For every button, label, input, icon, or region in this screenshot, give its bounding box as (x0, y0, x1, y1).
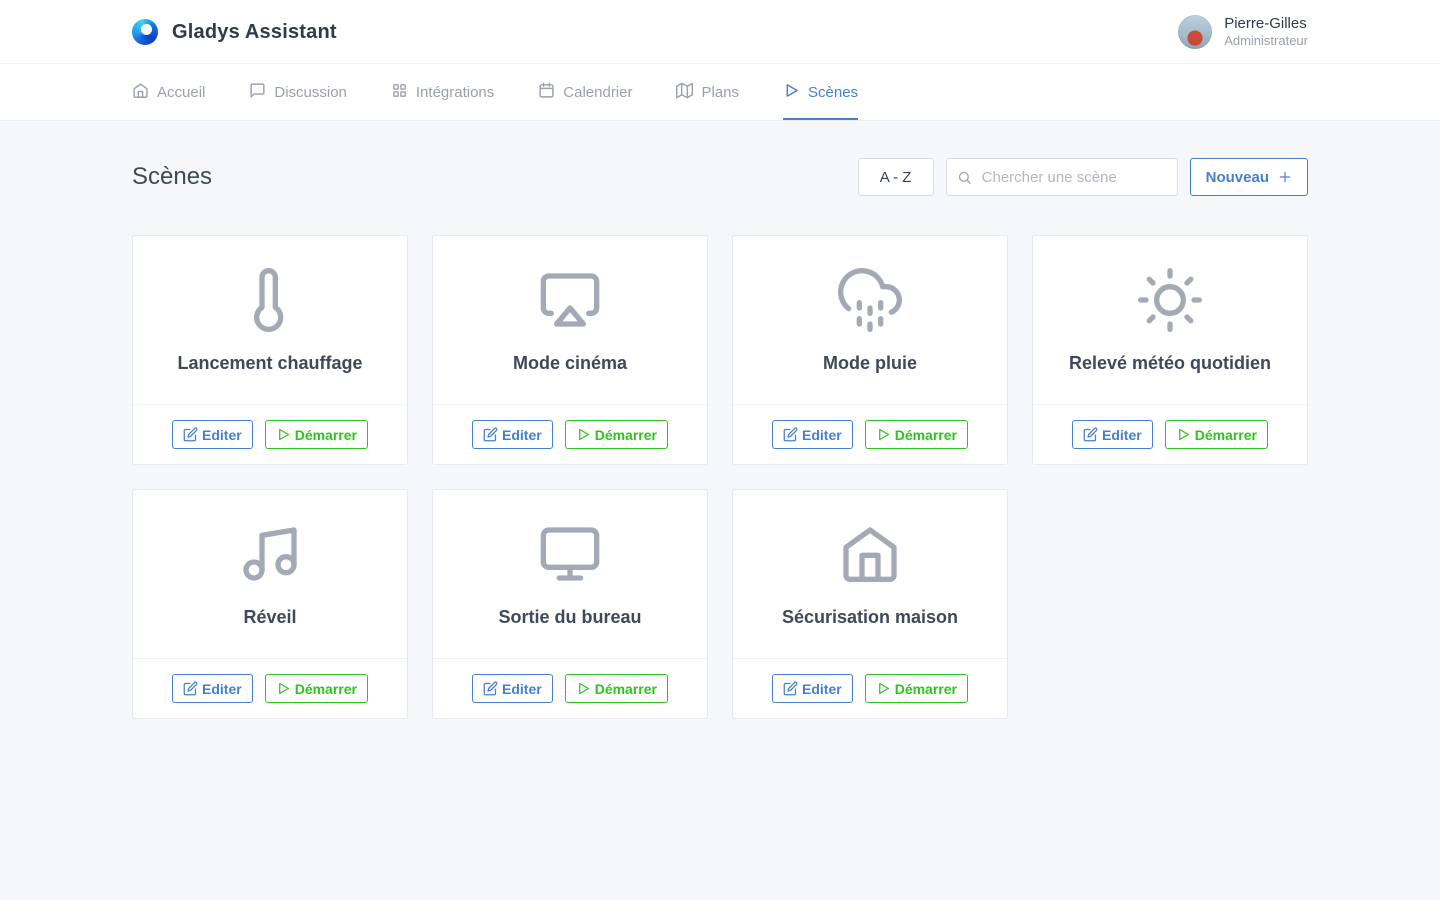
play-icon (576, 427, 591, 442)
edit-icon (483, 427, 498, 442)
grid-icon (391, 82, 408, 103)
scene-name: Réveil (149, 607, 391, 628)
nav-item-label: Scènes (808, 84, 858, 101)
new-scene-button[interactable]: Nouveau (1190, 158, 1308, 196)
nav-item-calendrier[interactable]: Calendrier (538, 64, 632, 120)
nav-item-label: Intégrations (416, 84, 494, 101)
nav-item-label: Plans (701, 84, 739, 101)
scene-card: Lancement chauffage Editer Démarrer (132, 235, 408, 465)
main-nav: Accueil Discussion Intégrations Calendri… (0, 64, 1440, 121)
sun-icon (1138, 319, 1202, 336)
edit-scene-button[interactable]: Editer (772, 674, 853, 703)
scene-card: Sécurisation maison Editer Démarrer (732, 489, 1008, 719)
start-scene-button[interactable]: Démarrer (265, 420, 368, 449)
airplay-icon (538, 319, 602, 336)
page-title: Scènes (132, 163, 212, 191)
edit-icon (183, 681, 198, 696)
edit-icon (783, 427, 798, 442)
nav-item-label: Calendrier (563, 84, 632, 101)
play-icon (276, 681, 291, 696)
play-icon (276, 427, 291, 442)
scene-name: Sortie du bureau (449, 607, 691, 628)
nav-item-label: Accueil (157, 84, 205, 101)
new-scene-button-label: Nouveau (1206, 169, 1269, 186)
edit-icon (183, 427, 198, 442)
avatar[interactable] (1178, 15, 1212, 49)
app-title: Gladys Assistant (172, 21, 337, 44)
play-icon (1176, 427, 1191, 442)
edit-icon (783, 681, 798, 696)
edit-scene-button[interactable]: Editer (172, 420, 253, 449)
start-scene-button[interactable]: Démarrer (865, 420, 968, 449)
scene-card: Relevé météo quotidien Editer Démarrer (1032, 235, 1308, 465)
play-icon (783, 82, 800, 103)
scene-name: Mode pluie (749, 353, 991, 374)
scenes-grid: Lancement chauffage Editer Démarrer Mode… (132, 235, 1308, 719)
start-scene-button[interactable]: Démarrer (1165, 420, 1268, 449)
home-icon (132, 82, 149, 103)
start-scene-button[interactable]: Démarrer (565, 674, 668, 703)
scene-card: Mode cinéma Editer Démarrer (432, 235, 708, 465)
start-scene-button[interactable]: Démarrer (565, 420, 668, 449)
start-scene-button[interactable]: Démarrer (865, 674, 968, 703)
scene-name: Relevé météo quotidien (1049, 353, 1291, 374)
user-menu[interactable]: Pierre-Gilles Administrateur (1178, 15, 1308, 50)
top-bar: Gladys Assistant Pierre-Gilles Administr… (0, 0, 1440, 64)
search-icon (957, 170, 972, 185)
user-role: Administrateur (1224, 33, 1308, 49)
plus-icon (1278, 170, 1292, 184)
play-icon (876, 681, 891, 696)
play-icon (576, 681, 591, 696)
sort-select[interactable]: A - Z (858, 158, 934, 196)
message-icon (249, 82, 266, 103)
map-icon (676, 82, 693, 103)
scene-card: Réveil Editer Démarrer (132, 489, 408, 719)
user-name: Pierre-Gilles (1224, 15, 1308, 34)
nav-item-accueil[interactable]: Accueil (132, 64, 205, 120)
edit-scene-button[interactable]: Editer (1072, 420, 1153, 449)
edit-scene-button[interactable]: Editer (172, 674, 253, 703)
scenes-page: Scènes A - Z Nouveau Lancement chauffage… (132, 147, 1308, 719)
gladys-logo-icon (132, 19, 158, 45)
search-box (946, 158, 1178, 196)
home-icon (838, 573, 902, 590)
nav-item-label: Discussion (274, 84, 347, 101)
nav-item-discussion[interactable]: Discussion (249, 64, 347, 120)
search-input[interactable] (980, 168, 1167, 187)
start-scene-button[interactable]: Démarrer (265, 674, 368, 703)
scene-name: Lancement chauffage (149, 353, 391, 374)
music-icon (238, 573, 302, 590)
cloud-drizzle-icon (838, 319, 902, 336)
thermometer-icon (238, 319, 302, 336)
brand[interactable]: Gladys Assistant (132, 19, 337, 45)
scene-card: Sortie du bureau Editer Démarrer (432, 489, 708, 719)
scene-name: Mode cinéma (449, 353, 691, 374)
edit-scene-button[interactable]: Editer (472, 674, 553, 703)
nav-item-scenes[interactable]: Scènes (783, 64, 858, 120)
edit-scene-button[interactable]: Editer (472, 420, 553, 449)
edit-icon (483, 681, 498, 696)
nav-item-plans[interactable]: Plans (676, 64, 739, 120)
play-icon (876, 427, 891, 442)
edit-scene-button[interactable]: Editer (772, 420, 853, 449)
nav-item-integrations[interactable]: Intégrations (391, 64, 494, 120)
edit-icon (1083, 427, 1098, 442)
calendar-icon (538, 82, 555, 103)
scene-card: Mode pluie Editer Démarrer (732, 235, 1008, 465)
monitor-icon (538, 573, 602, 590)
scene-name: Sécurisation maison (749, 607, 991, 628)
